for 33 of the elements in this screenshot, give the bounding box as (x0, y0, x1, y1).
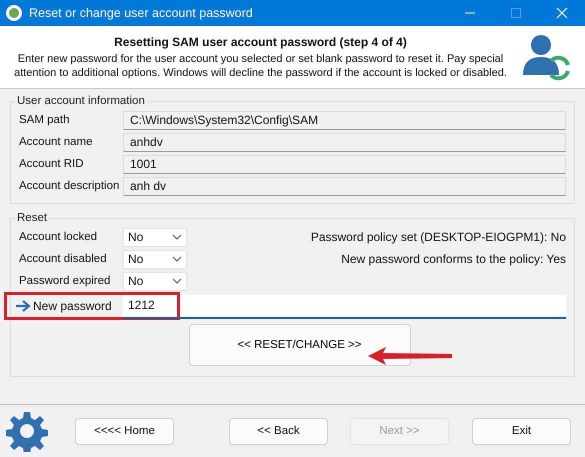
readonly-field: C:\Windows\System32\Config\SAM (123, 110, 566, 130)
password-field[interactable]: 1212 (123, 294, 566, 318)
chevron-icon (172, 278, 182, 284)
group-title: User account information (16, 95, 146, 107)
wizard-button[interactable]: Exit (472, 418, 571, 444)
option-label: Account disabled (19, 253, 108, 265)
dropdown[interactable]: No (123, 250, 187, 268)
step-description: Enter new password for the user account you selected or set blank password to reset it. Pay special attention to additional options. Windows will decline the password if the account is locked or disabled. (13, 52, 508, 80)
chevron-icon (172, 234, 182, 240)
step-heading: Resetting SAM user account password (step 4 of 4) (113, 34, 408, 48)
readonly-field: 1001 (123, 154, 566, 174)
wizard-button[interactable]: << Back (229, 418, 328, 444)
readonly-field: anhdv (123, 132, 566, 152)
app-icon (5, 4, 23, 22)
field-label: Account RID (19, 158, 85, 170)
policy-note: Password policy set (DESKTOP-EIOGPM1): No (310, 230, 566, 244)
option-label: Password expired (19, 275, 112, 287)
policy-note: New password conforms to the policy: Yes (341, 252, 566, 266)
dropdown[interactable]: No (123, 272, 187, 290)
field-label: Account description (19, 180, 120, 192)
window-title: Reset or change user account password (29, 6, 254, 20)
field-label: SAM path (19, 114, 70, 126)
arrow-icon (15, 300, 31, 312)
dropdown[interactable]: No (123, 228, 187, 246)
reset-change-button[interactable]: << RESET/CHANGE >> (188, 324, 410, 366)
readonly-field: anh dv (123, 176, 566, 196)
group-title: Reset (16, 212, 48, 224)
field-label: Account name (19, 136, 94, 148)
gear-icon (6, 410, 48, 452)
wizard-button[interactable]: <<<< Home (75, 418, 174, 444)
chevron-icon (172, 256, 182, 262)
option-label: Account locked (19, 231, 98, 243)
field-label: New password (33, 299, 113, 313)
